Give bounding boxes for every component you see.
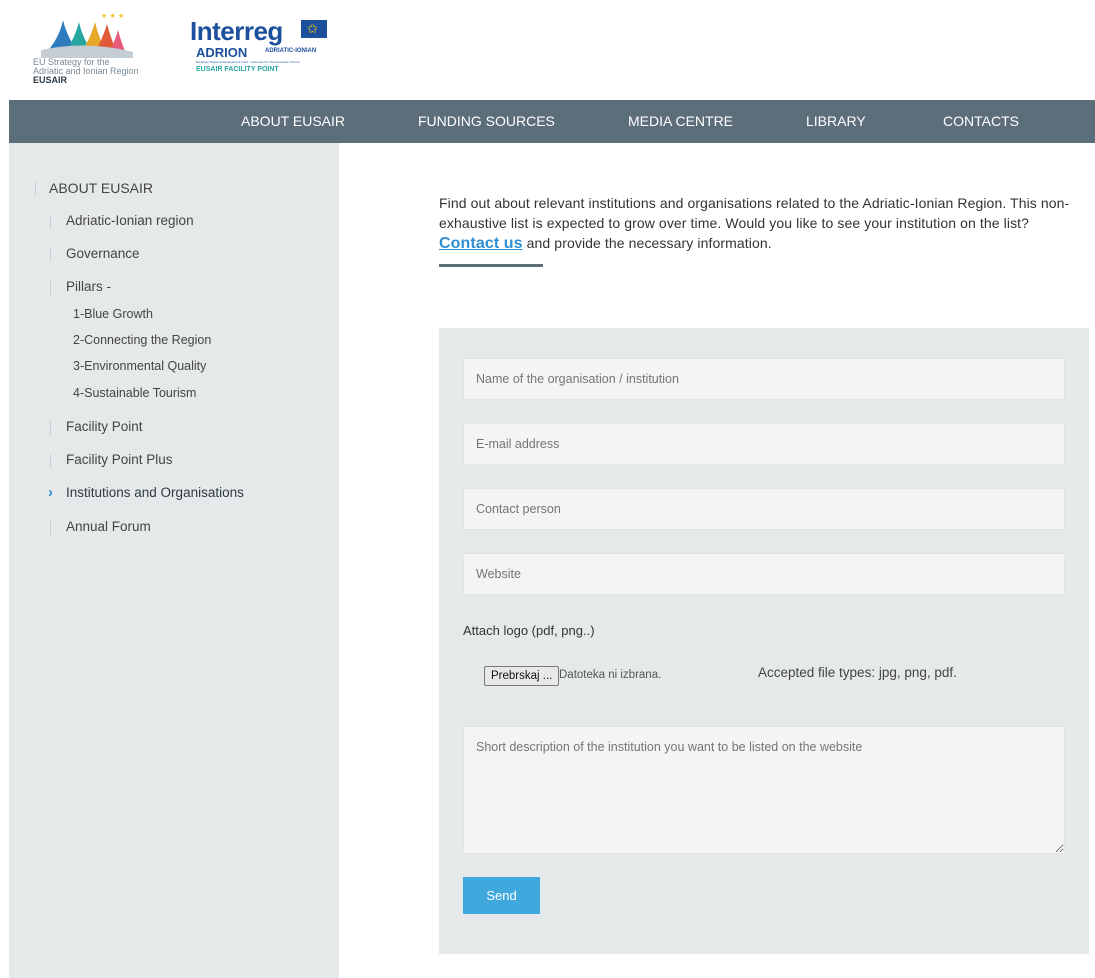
contact-us-link[interactable]: Contact us (439, 235, 523, 252)
sidebar: ABOUT EUSAIR Adriatic-Ionian region Gove… (9, 143, 339, 978)
sidebar-pillar-blue-growth[interactable]: 1-Blue Growth (73, 307, 153, 321)
website-field[interactable] (463, 553, 1065, 595)
accepted-file-types: Accepted file types: jpg, png, pdf. (758, 665, 957, 680)
sidebar-item-label: Annual Forum (66, 519, 151, 534)
nav-item-library[interactable]: LIBRARY (806, 100, 866, 143)
nav-item-funding-sources[interactable]: FUNDING SOURCES (418, 100, 555, 143)
sidebar-item-facility-point-plus[interactable]: Facility Point Plus (50, 452, 173, 468)
nav-item-media-centre[interactable]: MEDIA CENTRE (628, 100, 733, 143)
sidebar-item-governance[interactable]: Governance (50, 246, 140, 262)
sidebar-item-adriatic-ionian-region[interactable]: Adriatic-Ionian region (50, 213, 194, 229)
description-textarea[interactable] (463, 726, 1065, 854)
interreg-wordmark: Interreg (190, 16, 283, 46)
sidebar-item-pillars[interactable]: Pillars - (50, 279, 112, 295)
email-field[interactable] (463, 423, 1065, 465)
nav-item-about-eusair[interactable]: ABOUT EUSAIR (241, 100, 345, 143)
sidebar-item-label: Facility Point Plus (66, 452, 173, 467)
adrion-wordmark: ADRION (196, 45, 248, 60)
eusair-tagline: EU Strategy for the Adriatic and Ionian … (33, 58, 139, 85)
adrion-subtitle: ADRIATIC-IONIAN (265, 48, 317, 54)
main-nav: ABOUT EUSAIR FUNDING SOURCES MEDIA CENTR… (9, 100, 1095, 143)
intro-text: Find out about relevant institutions and… (439, 193, 1084, 254)
site-header: ★ ★ ★ EU Strategy for the Adriatic and I… (9, 0, 1095, 100)
file-browse-button[interactable]: Prebrskaj ... (484, 666, 560, 686)
sidebar-section-title[interactable]: ABOUT EUSAIR (35, 180, 153, 196)
sidebar-item-label: Facility Point (66, 419, 143, 434)
intro-divider (439, 264, 543, 267)
attach-logo-label: Attach logo (pdf, png..) (463, 623, 595, 638)
sidebar-item-facility-point[interactable]: Facility Point (50, 419, 143, 435)
nav-item-contacts[interactable]: CONTACTS (943, 100, 1019, 143)
eu-flag-icon: ✩ (301, 20, 327, 38)
institution-form: Attach logo (pdf, png..) Prebrskaj ... D… (439, 328, 1089, 954)
intro-text-after: and provide the necessary information. (522, 235, 772, 251)
sidebar-item-label: Adriatic-Ionian region (66, 213, 194, 228)
sidebar-item-institutions-organisations[interactable]: › Institutions and Organisations (48, 484, 244, 501)
eusair-sails-icon: ★ ★ ★ (41, 12, 133, 58)
contact-person-field[interactable] (463, 488, 1065, 530)
interreg-adrion-logo[interactable]: Interreg ✩ ADRION ADRIATIC-IONIAN Europe… (190, 18, 350, 78)
send-button[interactable]: Send (463, 877, 540, 914)
eusair-tagline-line3: EUSAIR (33, 75, 68, 85)
chevron-right-icon: › (48, 484, 53, 501)
sidebar-item-label: Governance (66, 246, 140, 261)
sidebar-item-annual-forum[interactable]: Annual Forum (50, 519, 151, 535)
sidebar-section-title-label: ABOUT EUSAIR (49, 180, 153, 196)
interreg-fine-print: European Regional Development Fund · Ins… (196, 60, 300, 64)
intro-text-before: Find out about relevant institutions and… (439, 195, 1070, 231)
eusair-logo[interactable]: ★ ★ ★ EU Strategy for the Adriatic and I… (33, 10, 173, 94)
facility-point-wordmark: EUSAIR FACILITY POINT (196, 66, 279, 73)
organisation-name-field[interactable] (463, 358, 1065, 400)
sidebar-item-label: Institutions and Organisations (66, 485, 244, 500)
sidebar-pillar-connecting-region[interactable]: 2-Connecting the Region (73, 333, 211, 347)
sidebar-pillar-sustainable-tourism[interactable]: 4-Sustainable Tourism (73, 386, 196, 400)
sidebar-item-label: Pillars - (66, 279, 112, 294)
sidebar-pillar-environmental-quality[interactable]: 3-Environmental Quality (73, 359, 206, 373)
svg-text:★ ★ ★: ★ ★ ★ (101, 12, 124, 20)
file-status-text: Datoteka ni izbrana. (559, 669, 662, 681)
